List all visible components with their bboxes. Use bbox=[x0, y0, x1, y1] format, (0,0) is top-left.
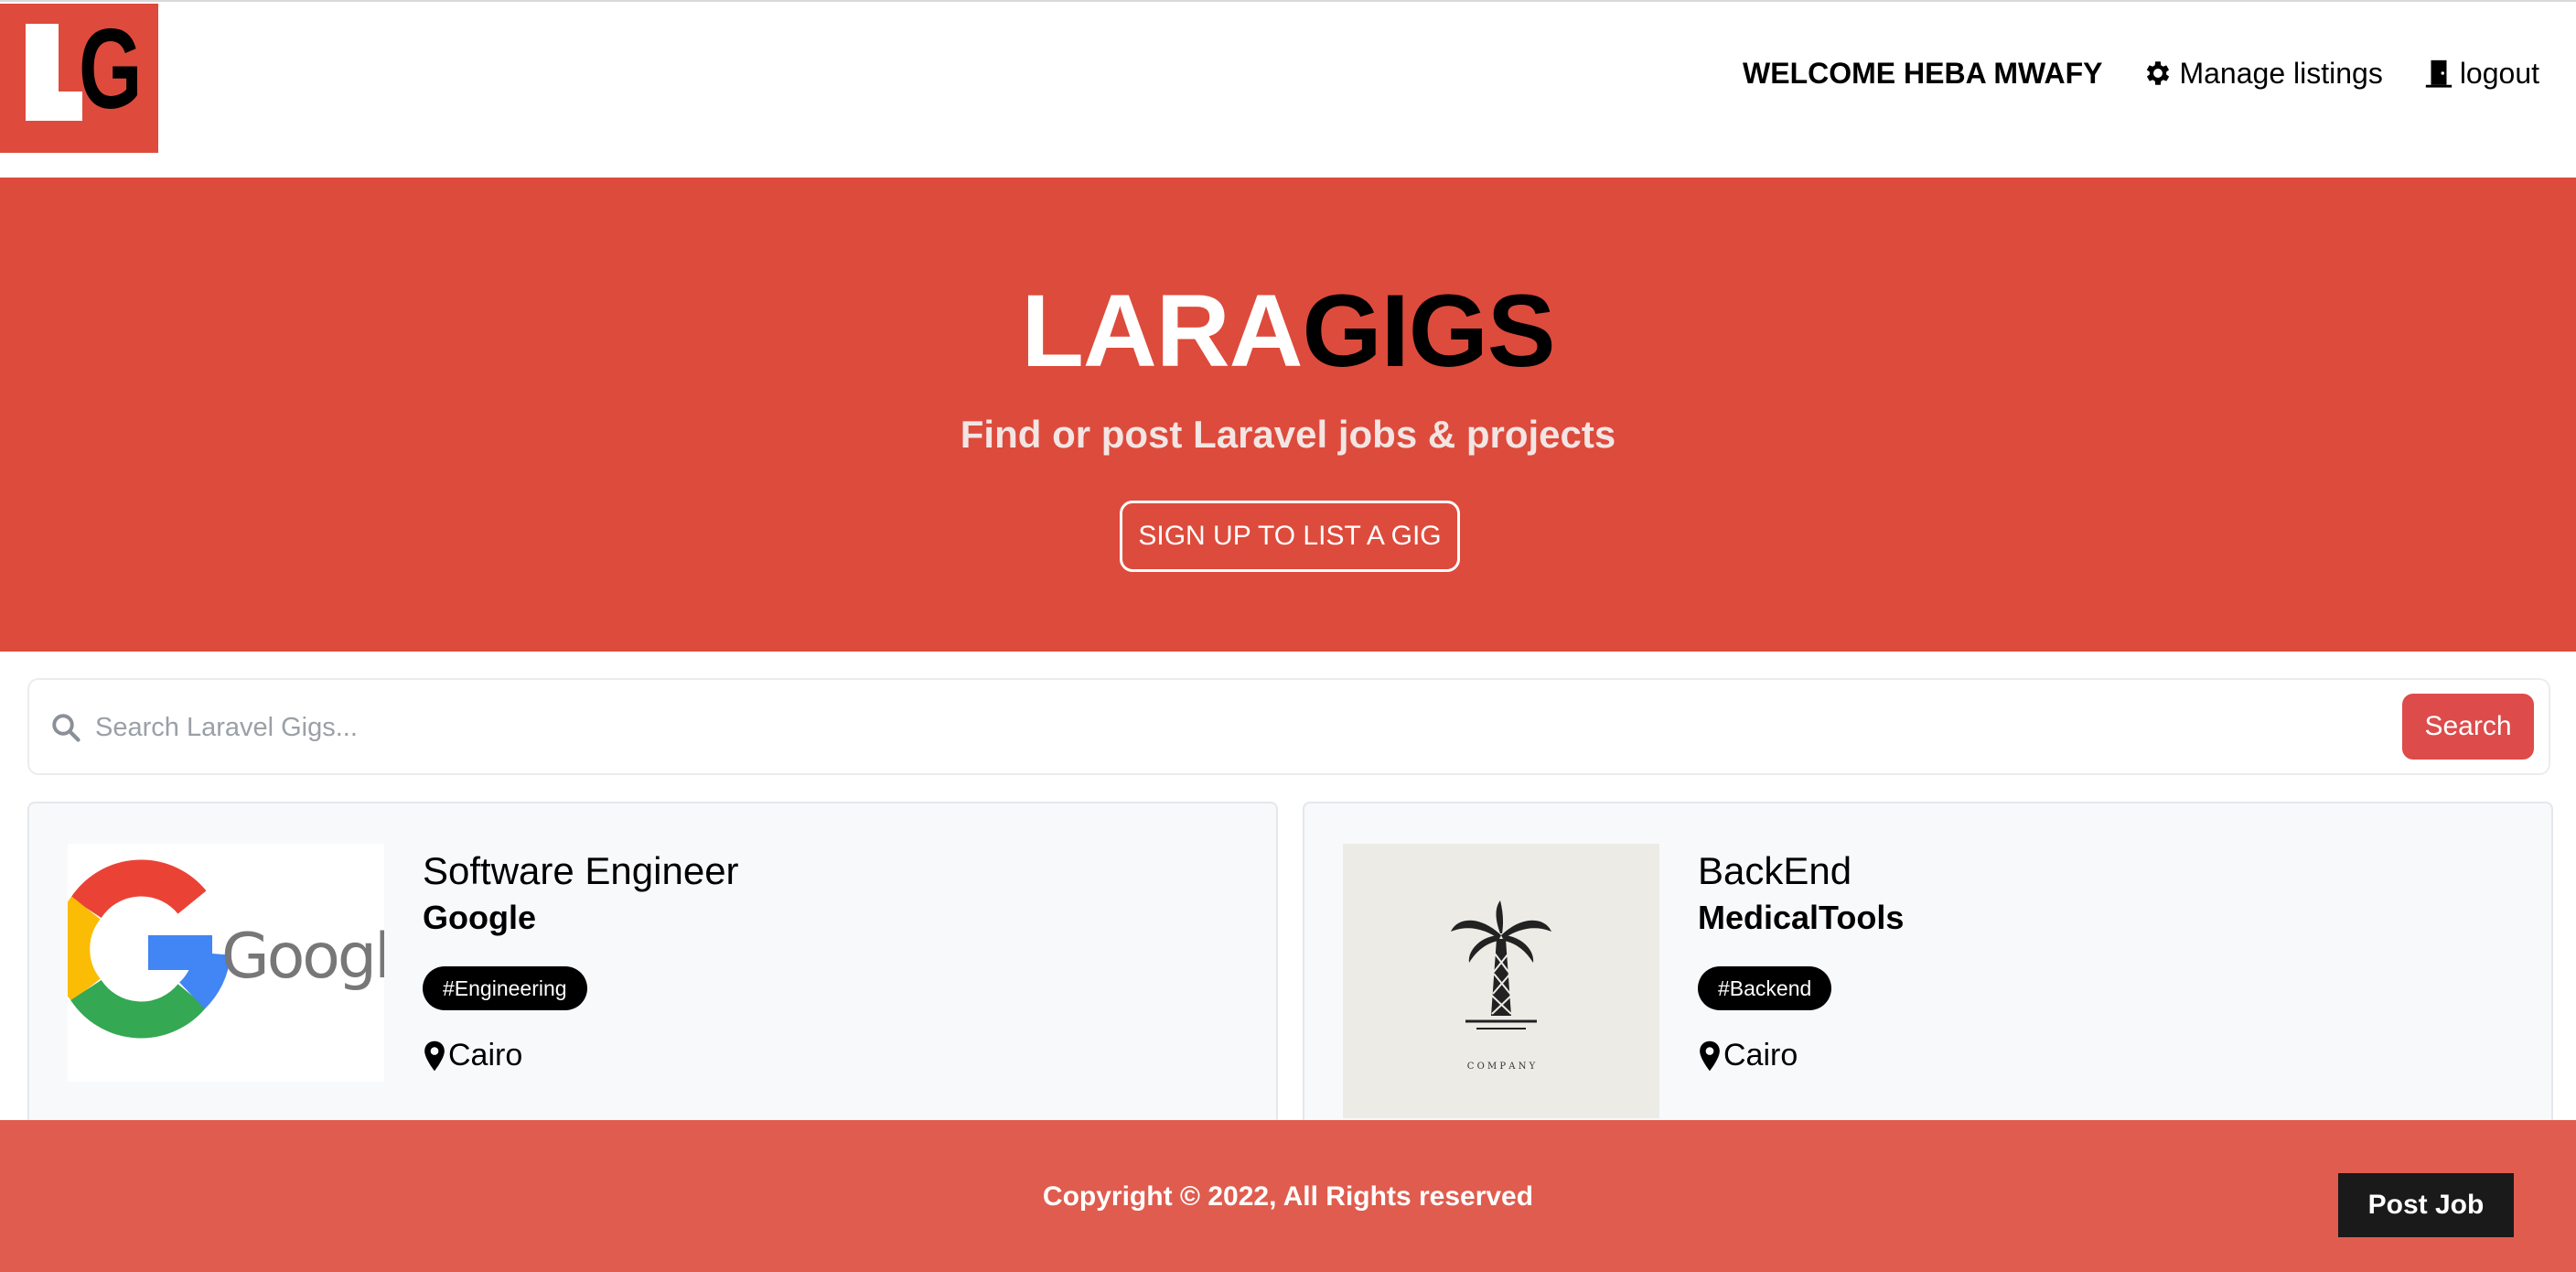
google-logo-text: Google bbox=[221, 921, 384, 993]
footer: Copyright © 2022, All Rights reserved Po… bbox=[0, 1120, 2576, 1272]
location-text: Cairo bbox=[1723, 1038, 1798, 1073]
map-pin-icon bbox=[424, 1040, 445, 1071]
logo-letter-l-foot bbox=[26, 92, 82, 121]
palm-tree-icon: C O M P A N Y bbox=[1451, 900, 1551, 1072]
hero-banner: LARAGIGS Find or post Laravel jobs & pro… bbox=[0, 178, 2576, 652]
site-logo[interactable]: G bbox=[0, 4, 158, 153]
welcome-text: WELCOME HEBA MWAFY bbox=[1743, 56, 2103, 90]
company-logo-text: C O M P A N Y bbox=[1467, 1062, 1536, 1072]
hero-subtitle: Find or post Laravel jobs & projects bbox=[960, 413, 1616, 456]
listing-tag[interactable]: #Backend bbox=[1698, 966, 1832, 1010]
listing-company: MedicalTools bbox=[1698, 899, 1905, 936]
listing-tag[interactable]: #Engineering bbox=[423, 966, 587, 1010]
nav-actions: WELCOME HEBA MWAFY Manage listings logou… bbox=[1743, 53, 2539, 93]
location-text: Cairo bbox=[448, 1038, 523, 1073]
listing-location: Cairo bbox=[1698, 1038, 1798, 1073]
search-bar: Search bbox=[27, 678, 2550, 775]
listing-title[interactable]: Software Engineer bbox=[423, 849, 739, 893]
listing-company: Google bbox=[423, 899, 536, 936]
search-icon bbox=[52, 714, 80, 742]
hero-title: LARAGIGS bbox=[0, 280, 2576, 383]
search-button[interactable]: Search bbox=[2402, 694, 2534, 760]
manage-listings-label: Manage listings bbox=[2179, 56, 2383, 90]
logout-link[interactable]: logout bbox=[2423, 57, 2539, 91]
company-logo-medicaltools: C O M P A N Y bbox=[1343, 844, 1659, 1118]
listing-card[interactable]: C O M P A N Y BackEnd MedicalTools #Back… bbox=[1303, 802, 2553, 1149]
signup-list-gig-button[interactable]: SIGN UP TO LIST A GIG bbox=[1120, 501, 1460, 572]
gear-icon bbox=[2147, 61, 2170, 85]
hero-title-gigs: GIGS bbox=[1302, 274, 1556, 388]
listing-card[interactable]: Google Software Engineer Google #Enginee… bbox=[27, 802, 1278, 1149]
copyright-text: Copyright © 2022, All Rights reserved bbox=[1042, 1181, 1534, 1212]
google-logo-icon: Google bbox=[53, 859, 427, 1039]
logout-label: logout bbox=[2459, 56, 2539, 90]
search-input[interactable] bbox=[95, 700, 2382, 755]
listing-title[interactable]: BackEnd bbox=[1698, 849, 1852, 893]
company-logo-google: Google bbox=[53, 844, 427, 1082]
top-navbar: G WELCOME HEBA MWAFY Manage listings log… bbox=[0, 0, 2576, 178]
logo-letter-g: G bbox=[79, 6, 142, 133]
map-pin-icon bbox=[1700, 1040, 1720, 1071]
door-icon bbox=[2425, 59, 2452, 88]
hero-title-lara: LARA bbox=[1021, 274, 1303, 388]
manage-listings-link[interactable]: Manage listings bbox=[2142, 56, 2383, 91]
listing-location: Cairo bbox=[423, 1038, 522, 1073]
post-job-button[interactable]: Post Job bbox=[2338, 1173, 2514, 1237]
